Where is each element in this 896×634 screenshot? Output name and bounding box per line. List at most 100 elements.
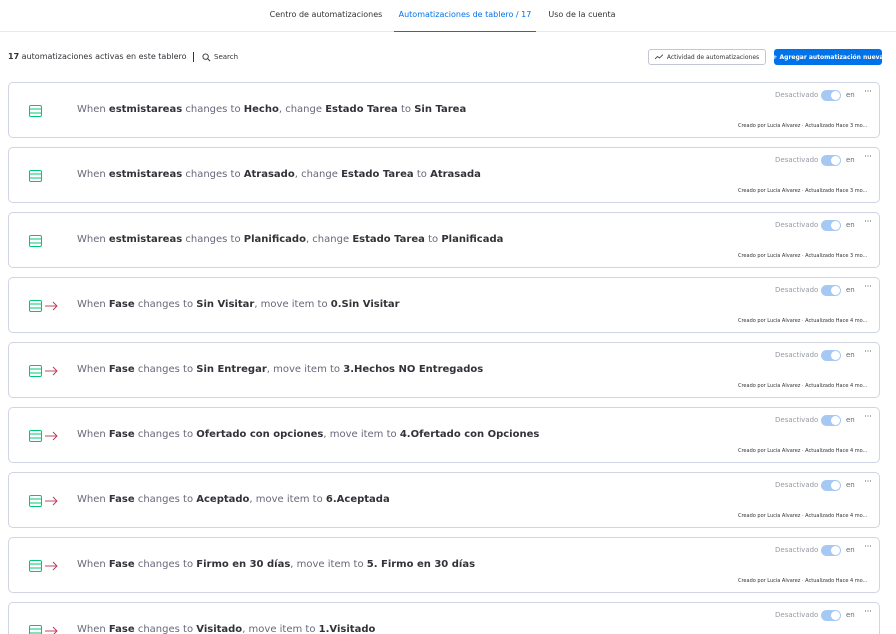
more-options-icon[interactable]: ···	[861, 477, 875, 489]
automation-card[interactable]: When Fase changes to Visitado, move item…	[8, 602, 880, 634]
rule-result-value[interactable]: Sin Tarea	[414, 104, 466, 115]
rule-trigger-value[interactable]: Planificado	[244, 234, 306, 245]
rule-result-value[interactable]: 5. Firmo en 30 días	[367, 559, 475, 570]
search-button[interactable]: Search	[202, 50, 238, 64]
automation-rule-text[interactable]: When Fase changes to Firmo en 30 días, m…	[77, 559, 475, 570]
rule-when: When	[77, 364, 106, 375]
toggle-state-label: en	[846, 286, 855, 294]
automation-toggle[interactable]	[821, 545, 841, 556]
automation-rule-text[interactable]: When Fase changes to Sin Entregar, move …	[77, 364, 483, 375]
rule-action: , move item to	[254, 299, 328, 310]
rule-trigger-column[interactable]: Fase	[109, 299, 135, 310]
toggle-state-label: en	[846, 481, 855, 489]
rule-trigger-column[interactable]: estmistareas	[109, 234, 182, 245]
rule-trigger-value[interactable]: Sin Entregar	[196, 364, 267, 375]
tab-board-automations[interactable]: Automatizaciones de tablero / 17	[394, 0, 536, 32]
automation-meta: Creado por Lucía Álvarez · Actualizado H…	[738, 383, 868, 389]
automation-toggle[interactable]	[821, 285, 841, 296]
rule-when: When	[77, 299, 106, 310]
tab-automation-center[interactable]: Centro de automatizaciones	[258, 0, 394, 32]
automation-card[interactable]: When Fase changes to Sin Entregar, move …	[8, 342, 880, 398]
automation-rule-text[interactable]: When Fase changes to Sin Visitar, move i…	[77, 299, 400, 310]
automation-rule-text[interactable]: When Fase changes to Ofertado con opcion…	[77, 429, 539, 440]
board-icon	[29, 105, 42, 117]
automation-icons	[29, 101, 42, 121]
automation-card[interactable]: When estmistareas changes to Hecho, chan…	[8, 82, 880, 138]
rule-changes-to: changes to	[137, 624, 194, 634]
more-options-icon[interactable]: ···	[861, 542, 875, 554]
rule-action: , move item to	[242, 624, 316, 634]
rule-result-value[interactable]: 6.Aceptada	[326, 494, 390, 505]
tab-account-usage[interactable]: Uso de la cuenta	[536, 0, 628, 32]
automation-activity-button[interactable]: Actividad de automatizaciones	[648, 49, 766, 65]
more-options-icon[interactable]: ···	[861, 152, 875, 164]
rule-trigger-column[interactable]: Fase	[109, 559, 135, 570]
toggle-state-label: en	[846, 221, 855, 229]
rule-result-value[interactable]: Planificada	[441, 234, 503, 245]
rule-trigger-value[interactable]: Sin Visitar	[196, 299, 254, 310]
rule-trigger-value[interactable]: Aceptado	[196, 494, 249, 505]
automation-toggle[interactable]	[821, 155, 841, 166]
rule-result-value[interactable]: 3.Hechos NO Entregados	[343, 364, 483, 375]
rule-trigger-column[interactable]: Fase	[109, 429, 135, 440]
rule-target-column[interactable]: Estado Tarea	[325, 104, 398, 115]
rule-trigger-column[interactable]: Fase	[109, 624, 135, 634]
more-options-icon[interactable]: ···	[861, 412, 875, 424]
board-icon	[29, 235, 42, 247]
more-options-icon[interactable]: ···	[861, 347, 875, 359]
automation-activity-label: Actividad de automatizaciones	[666, 53, 760, 61]
automation-rule-text[interactable]: When Fase changes to Visitado, move item…	[77, 624, 375, 634]
automation-card[interactable]: When estmistareas changes to Atrasado, c…	[8, 147, 880, 203]
more-options-icon[interactable]: ···	[861, 217, 875, 229]
more-options-icon[interactable]: ···	[861, 607, 875, 619]
rule-trigger-value[interactable]: Firmo en 30 días	[196, 559, 290, 570]
rule-trigger-value[interactable]: Hecho	[244, 104, 279, 115]
automation-card[interactable]: When Fase changes to Sin Visitar, move i…	[8, 277, 880, 333]
rule-result-value[interactable]: 4.Ofertado con Opciones	[400, 429, 540, 440]
search-icon	[202, 52, 211, 61]
board-icon	[29, 495, 42, 507]
automation-card[interactable]: When estmistareas changes to Planificado…	[8, 212, 880, 268]
automation-toggle[interactable]	[821, 350, 841, 361]
automation-toggle[interactable]	[821, 415, 841, 426]
rule-trigger-value[interactable]: Visitado	[196, 624, 242, 634]
rule-result-value[interactable]: Atrasada	[430, 169, 481, 180]
board-icon	[29, 430, 42, 442]
rule-trigger-column[interactable]: estmistareas	[109, 104, 182, 115]
rule-action: , change	[305, 234, 350, 245]
board-icon	[29, 365, 42, 377]
status-label: Desactivado	[775, 611, 819, 619]
rule-when: When	[77, 169, 106, 180]
status-label: Desactivado	[775, 286, 819, 294]
rule-result-value[interactable]: 0.Sin Visitar	[331, 299, 400, 310]
rule-when: When	[77, 429, 106, 440]
activity-chart-icon	[654, 54, 663, 60]
rule-target-column[interactable]: Estado Tarea	[352, 234, 425, 245]
automation-card[interactable]: When Fase changes to Aceptado, move item…	[8, 472, 880, 528]
automation-icons	[29, 621, 58, 634]
rule-trigger-column[interactable]: Fase	[109, 494, 135, 505]
automation-icons	[29, 556, 58, 576]
automation-toggle[interactable]	[821, 90, 841, 101]
rule-trigger-column[interactable]: estmistareas	[109, 169, 182, 180]
add-automation-button[interactable]: + Agregar automatización nueva	[772, 49, 884, 65]
more-options-icon[interactable]: ···	[861, 282, 875, 294]
automation-rule-text[interactable]: When estmistareas changes to Planificado…	[77, 234, 503, 245]
automation-rule-text[interactable]: When estmistareas changes to Hecho, chan…	[77, 104, 466, 115]
rule-target-column[interactable]: Estado Tarea	[341, 169, 414, 180]
arrow-right-icon	[45, 431, 58, 441]
automation-rule-text[interactable]: When Fase changes to Aceptado, move item…	[77, 494, 390, 505]
automation-meta: Creado por Lucía Álvarez · Actualizado H…	[738, 578, 868, 584]
rule-result-value[interactable]: 1.Visitado	[319, 624, 376, 634]
automation-card[interactable]: When Fase changes to Ofertado con opcion…	[8, 407, 880, 463]
rule-changes-to: changes to	[137, 494, 194, 505]
rule-trigger-value[interactable]: Atrasado	[244, 169, 295, 180]
automation-toggle[interactable]	[821, 480, 841, 491]
rule-trigger-value[interactable]: Ofertado con opciones	[196, 429, 323, 440]
automation-rule-text[interactable]: When estmistareas changes to Atrasado, c…	[77, 169, 481, 180]
automation-toggle[interactable]	[821, 220, 841, 231]
automation-toggle[interactable]	[821, 610, 841, 621]
automation-card[interactable]: When Fase changes to Firmo en 30 días, m…	[8, 537, 880, 593]
more-options-icon[interactable]: ···	[861, 87, 875, 99]
rule-trigger-column[interactable]: Fase	[109, 364, 135, 375]
